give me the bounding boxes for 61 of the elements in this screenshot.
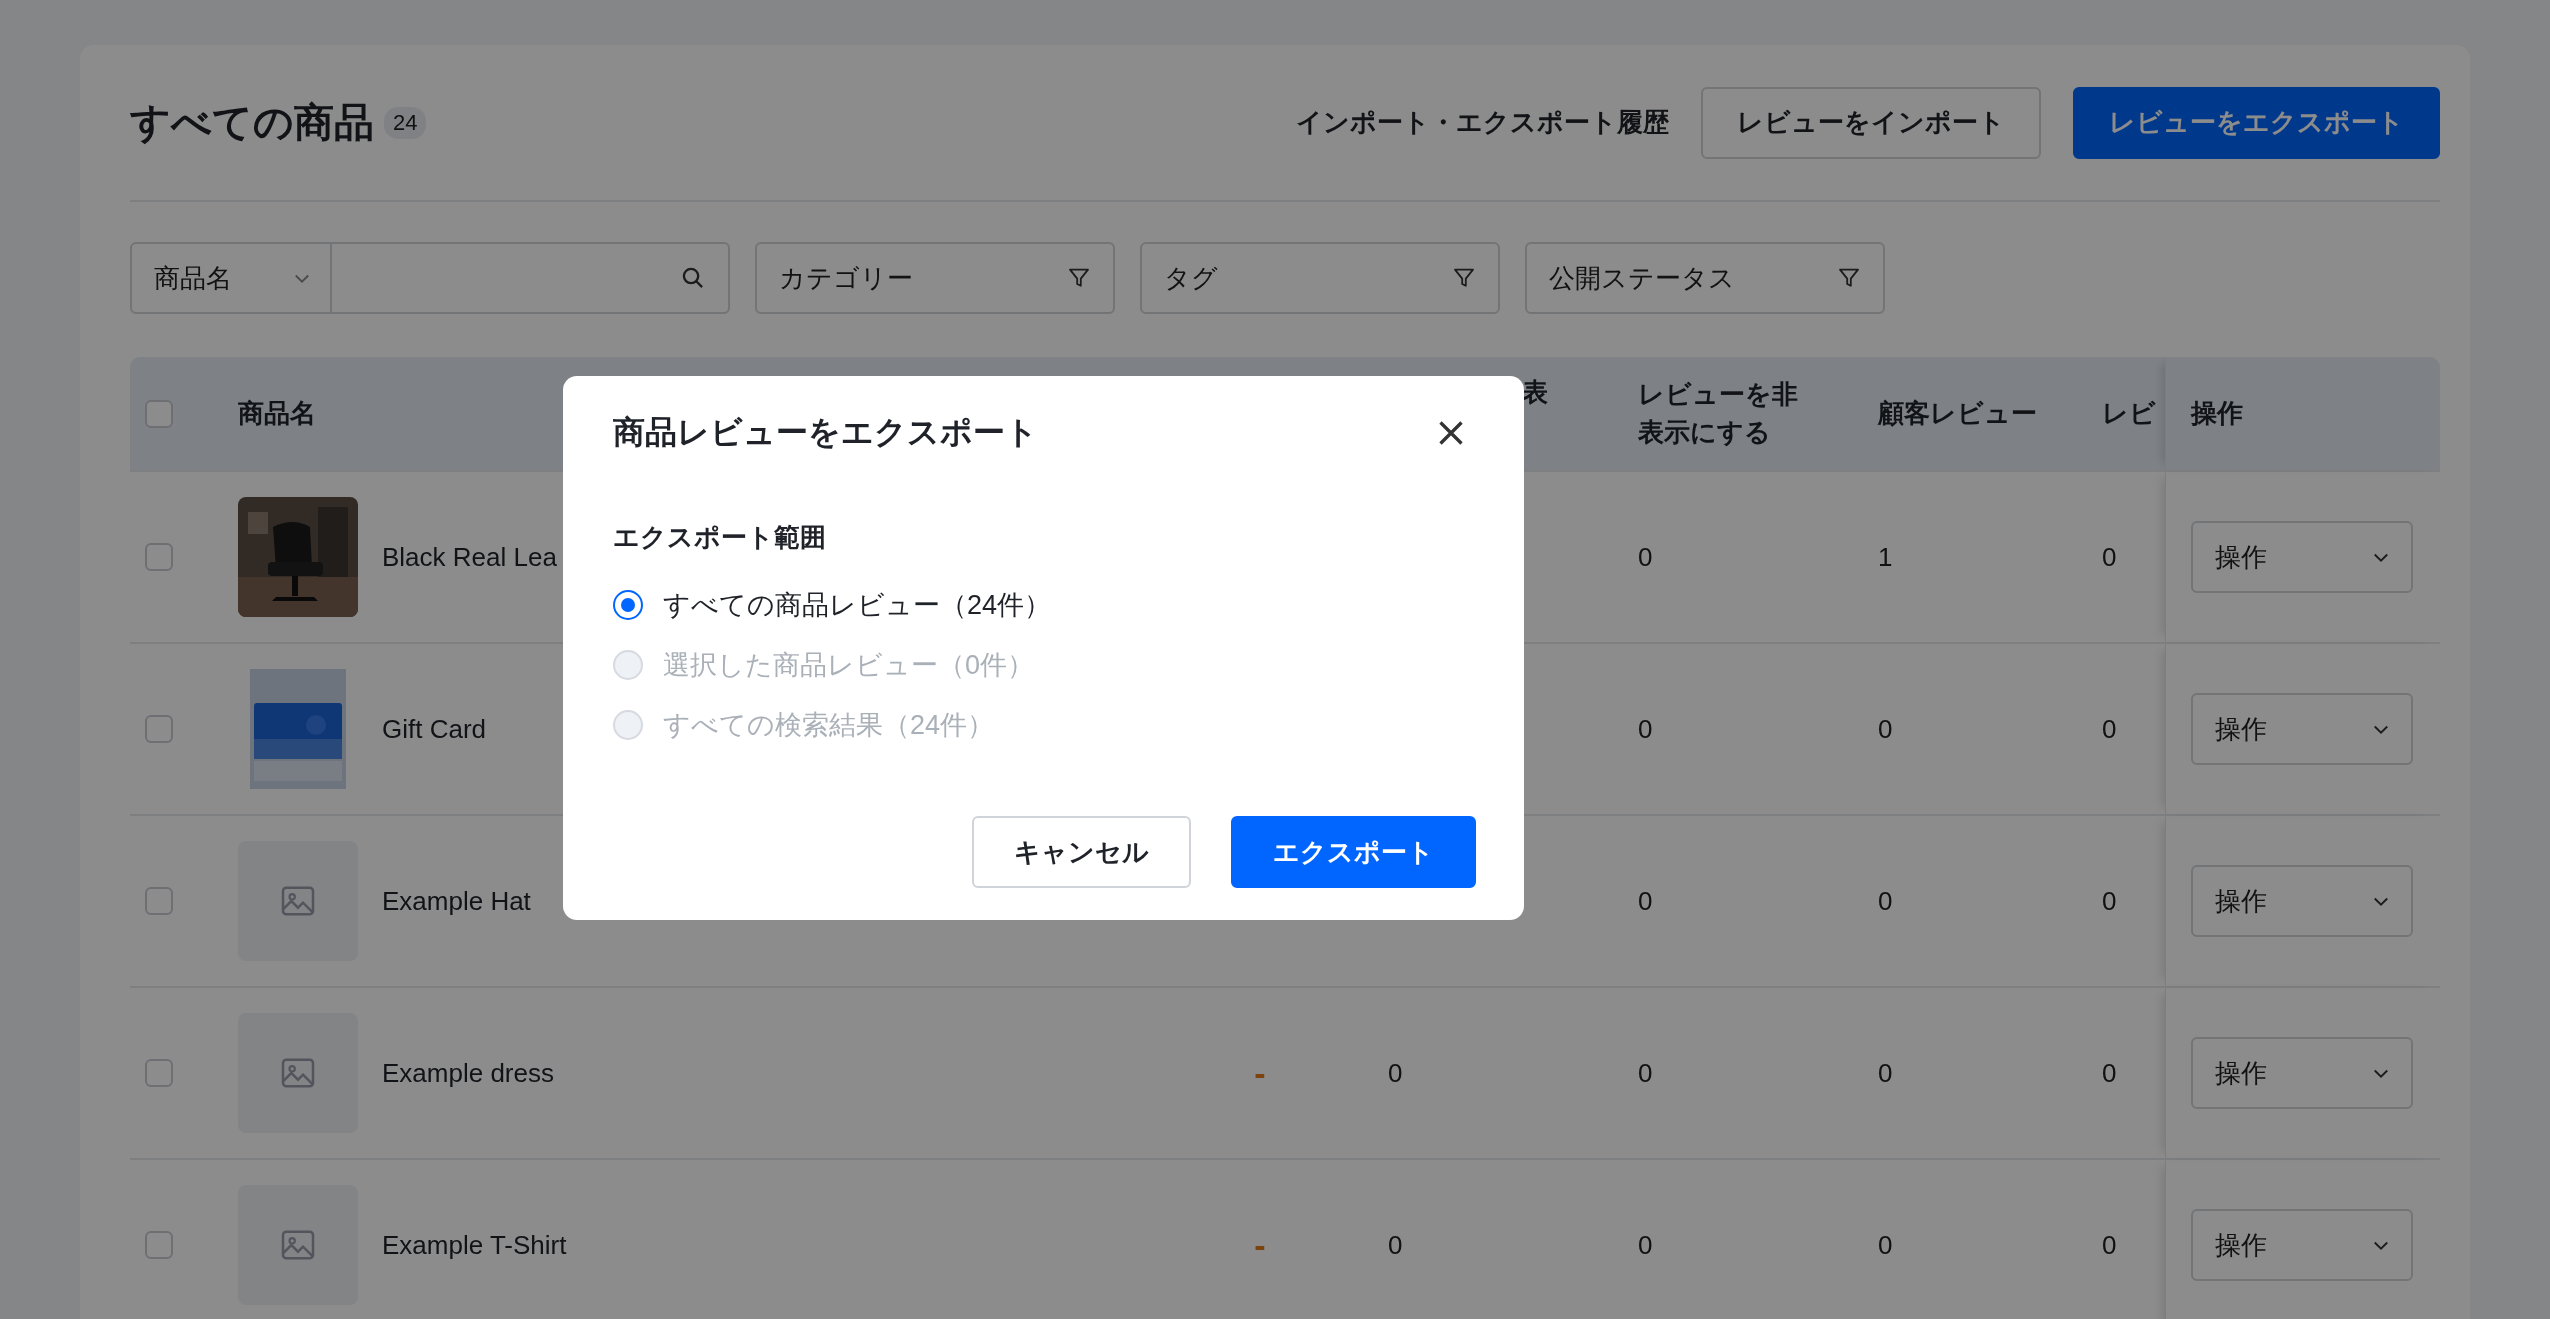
table-cell: 0 [1638,885,1653,917]
product-name[interactable]: Gift Card [382,713,487,745]
product-name[interactable]: Black Real Lea [382,541,557,573]
table-cell: 0 [1388,1057,1403,1089]
column-header: レビューを非表示にする [1638,377,1799,449]
category-filter[interactable]: カテゴリー [755,242,1115,314]
dialog-title: 商品レビューをエクスポート [613,413,1038,452]
radio-label[interactable]: すべての商品レビュー（24件） [663,587,1052,623]
table-cell: 0 [2102,885,2117,917]
actions-dropdown[interactable]: 操作 [2191,1037,2413,1109]
column-header: 操作 [2191,397,2243,430]
status-filter[interactable]: 公開ステータス [1525,242,1885,314]
cancel-button[interactable]: キャンセル [972,816,1191,888]
table-cell: 0 [2102,713,2117,745]
import-button[interactable]: レビューをインポート [1701,86,2041,159]
radio-button[interactable] [613,590,643,620]
column-header: 表 [1521,376,1548,409]
count-badge: 24 [384,106,427,139]
product-name[interactable]: Example Hat [382,885,531,917]
checkbox[interactable] [145,1059,173,1087]
page-title: すべての商品 [130,99,374,146]
status-mark: - [1254,1225,1266,1265]
column-header: 顧客レビュー [1878,397,2037,430]
tag-filter[interactable]: タグ [1140,242,1500,314]
field-select[interactable]: 商品名 [132,244,332,312]
product-name[interactable]: Example T-Shirt [382,1229,567,1261]
table-cell: 1 [1878,541,1893,573]
table-cell: 0 [2102,1057,2117,1089]
actions-dropdown[interactable]: 操作 [2191,1209,2413,1281]
history-link[interactable]: インポート・エクスポート履歴 [1296,105,1669,140]
column-header: レビ [2102,397,2156,430]
checkbox[interactable] [145,887,173,915]
table-cell: 0 [2102,541,2117,573]
filter-icon [1837,266,1861,290]
checkbox[interactable] [145,715,173,743]
checkbox[interactable] [145,1231,173,1259]
table-cell: 0 [1638,541,1653,573]
table-cell: 0 [1638,1229,1653,1261]
actions-dropdown[interactable]: 操作 [2191,865,2413,937]
confirm-button[interactable]: エクスポート [1231,816,1476,888]
checkbox[interactable] [145,543,173,571]
actions-dropdown[interactable]: 操作 [2191,521,2413,593]
section-label: エクスポート範囲 [613,521,827,554]
search-icon [680,265,706,291]
checkbox[interactable] [145,399,173,428]
table-cell: 0 [1638,1057,1653,1089]
status-mark: - [1254,1053,1266,1093]
column-header: 商品名 [238,397,316,430]
filter-icon [1452,266,1476,290]
table-cell: 0 [1878,885,1893,917]
actions-dropdown[interactable]: 操作 [2191,693,2413,765]
search-field[interactable]: 商品名 [130,242,730,314]
table-cell: 0 [2102,1229,2117,1261]
product-name[interactable]: Example dress [382,1057,554,1089]
table-cell: 0 [1388,1229,1403,1261]
table-cell: 0 [1638,713,1653,745]
filter-icon [1067,266,1091,290]
table-cell: 0 [1878,1229,1893,1261]
export-button[interactable]: レビューをエクスポート [2073,86,2440,159]
table-cell: 0 [1878,713,1893,745]
table-cell: 0 [1878,1057,1893,1089]
